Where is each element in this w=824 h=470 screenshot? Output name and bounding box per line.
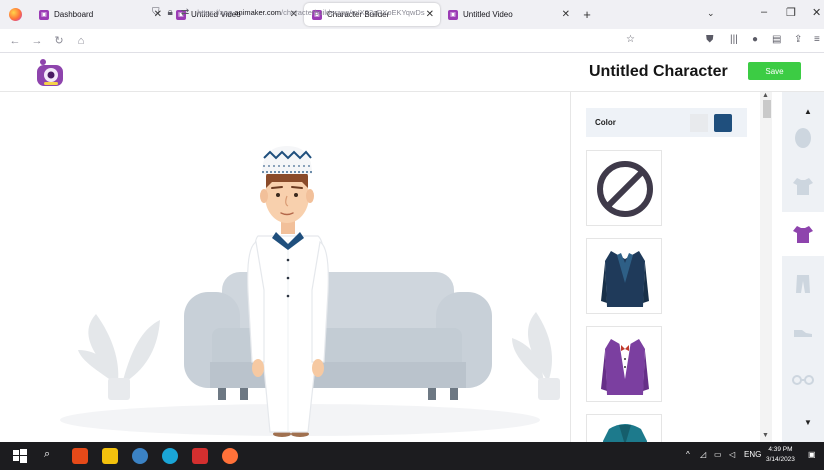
category-shoes[interactable]	[782, 310, 824, 354]
forward-icon[interactable]: →	[26, 35, 48, 47]
pocket-icon[interactable]: ⛊	[706, 34, 714, 45]
shirt-outline-icon	[793, 178, 813, 195]
scrollbar-thumb[interactable]	[763, 100, 771, 118]
category-top-old[interactable]	[782, 164, 824, 208]
tshirt-icon	[793, 226, 813, 243]
navy-blazer-icon	[601, 251, 649, 307]
edge-browser-icon[interactable]	[132, 448, 148, 464]
account-icon[interactable]: ●	[752, 34, 758, 45]
pants-icon	[796, 275, 810, 293]
scroll-up-icon[interactable]: ▲	[762, 92, 769, 99]
tab-dashboard[interactable]: ▣ Dashboard ✕	[31, 0, 168, 29]
shield-icon[interactable]: ⛉	[152, 7, 160, 18]
right-plant-decoration	[512, 312, 560, 400]
costume-option-purple-tuxedo[interactable]	[586, 326, 662, 402]
rail-down-icon[interactable]: ▼	[804, 418, 812, 427]
close-window-icon[interactable]: ✕	[812, 6, 821, 19]
color-picker-row: Color	[586, 108, 747, 137]
file-explorer-icon[interactable]	[102, 448, 118, 464]
teal-jacket-icon	[603, 424, 647, 442]
navigation-bar: ← → ↻ ⌂	[0, 29, 824, 53]
no-costume-icon	[597, 161, 653, 217]
costume-option-teal-jacket[interactable]	[586, 414, 662, 442]
share-icon[interactable]: ⇪	[794, 34, 802, 45]
language-indicator[interactable]: ENG	[744, 450, 761, 459]
back-icon[interactable]: ←	[4, 35, 26, 47]
animaker-logo-icon[interactable]	[34, 58, 66, 88]
firefox-icon[interactable]	[0, 0, 31, 29]
category-glasses[interactable]	[782, 358, 824, 402]
tab-title: Dashboard	[54, 10, 94, 19]
shoe-icon	[794, 330, 812, 337]
search-icon[interactable]: ⌕	[44, 448, 50, 461]
left-plant-decoration	[78, 314, 160, 400]
bookmark-star-icon[interactable]: ☆	[626, 34, 635, 45]
notifications-icon[interactable]: ▣	[808, 450, 816, 459]
animaker-favicon-icon: ▣	[39, 9, 49, 20]
sofa-decoration	[184, 272, 492, 400]
reader-icon[interactable]: ▤	[772, 34, 781, 45]
glasses-icon	[792, 375, 814, 385]
restore-icon[interactable]: ❐	[786, 6, 796, 19]
costume-option-navy-blazer[interactable]	[586, 238, 662, 314]
permissions-icon[interactable]: ⇄	[181, 7, 189, 18]
url-text[interactable]: https://app.animaker.com/characterbuilde…	[197, 8, 424, 17]
color-swatch-dark[interactable]	[714, 114, 732, 132]
color-swatch-light[interactable]	[690, 114, 708, 132]
minimize-icon[interactable]: –	[761, 6, 767, 18]
windows-taskbar: ⌕ ^ ◿ ▭ ◁ ENG 4:39 PM 3/14/2023 ▣	[0, 442, 824, 470]
home-icon[interactable]: ⌂	[70, 35, 92, 47]
menu-icon[interactable]: ≡	[814, 34, 820, 45]
category-face[interactable]	[782, 116, 824, 160]
app-header: Untitled Character Save	[0, 53, 824, 92]
scroll-down-icon[interactable]: ▼	[762, 432, 769, 439]
clock-time: 4:39 PM	[768, 446, 793, 453]
category-rail: ▲ ▼	[782, 92, 824, 442]
list-all-tabs-icon[interactable]: ⌄	[707, 8, 715, 19]
firefox-taskbar-icon[interactable]	[222, 448, 238, 464]
library-icon[interactable]: |||	[730, 34, 738, 45]
taskbar-clock[interactable]: 4:39 PM 3/14/2023	[766, 445, 795, 465]
volume-icon[interactable]: ◁	[729, 450, 735, 459]
character-preview[interactable]	[247, 146, 329, 437]
show-hidden-icons-icon[interactable]: ^	[686, 450, 690, 459]
costume-option-none[interactable]	[586, 150, 662, 226]
chrome-browser-icon[interactable]	[162, 448, 178, 464]
lock-icon[interactable]: 🔒︎	[168, 7, 173, 18]
windows-start-icon[interactable]	[12, 448, 28, 464]
url-bar[interactable]: ⛉ 🔒︎ ⇄ https://app.animaker.com/characte…	[152, 2, 652, 22]
rail-up-icon[interactable]: ▲	[804, 107, 812, 116]
battery-icon[interactable]: ▭	[714, 450, 722, 459]
face-icon	[795, 128, 811, 148]
save-button[interactable]: Save	[748, 62, 801, 80]
stage-scene	[60, 146, 560, 437]
office-app-icon[interactable]	[72, 448, 88, 464]
character-stage	[0, 92, 570, 442]
reload-icon[interactable]: ↻	[48, 34, 70, 47]
category-pants[interactable]	[782, 262, 824, 306]
panel-scrollbar[interactable]: ▲ ▼	[760, 92, 772, 442]
category-outfit[interactable]	[782, 212, 824, 256]
color-label: Color	[595, 118, 616, 127]
network-icon[interactable]: ◿	[700, 450, 706, 459]
costume-options-panel: Color	[570, 92, 760, 442]
wps-office-icon[interactable]	[192, 448, 208, 464]
character-title[interactable]: Untitled Character	[589, 63, 728, 81]
purple-tuxedo-icon	[601, 339, 649, 395]
clock-date: 3/14/2023	[766, 456, 795, 463]
